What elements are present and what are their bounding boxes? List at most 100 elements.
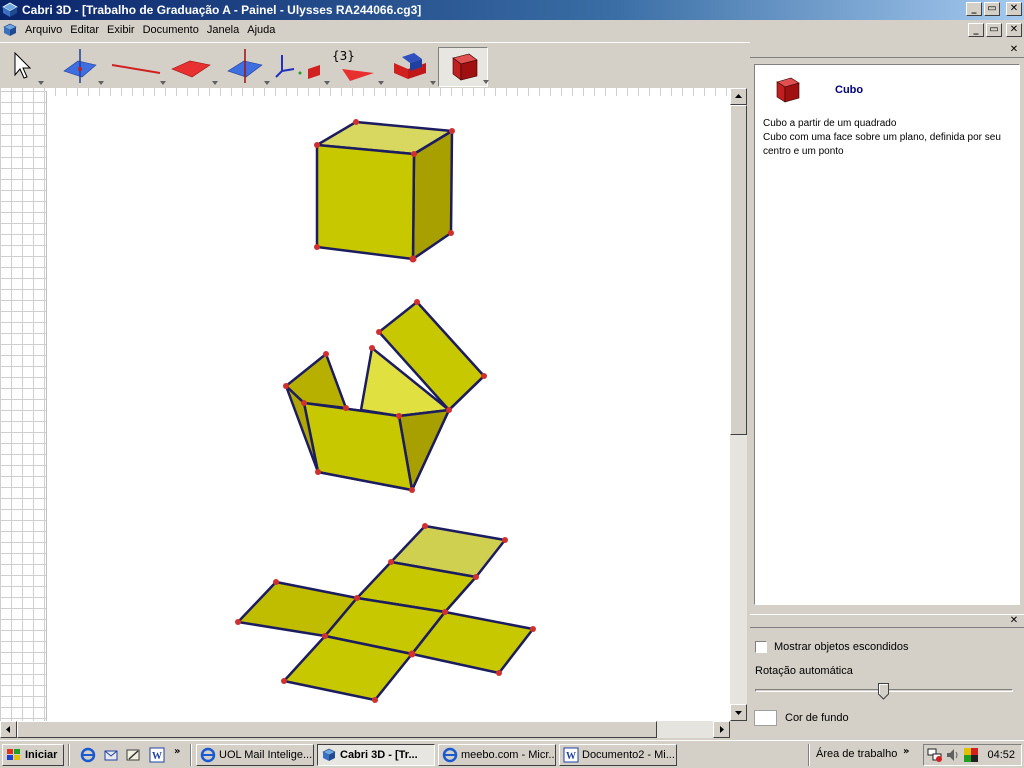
taskbar-separator — [68, 744, 70, 766]
axes-icon — [275, 55, 320, 79]
cabri-icon — [322, 748, 336, 761]
view-options-panel: ✕ Mostrar objetos escondidos Rotação aut… — [750, 614, 1024, 738]
unfold-tool[interactable] — [388, 47, 436, 87]
show-hidden-row[interactable]: Mostrar objetos escondidos — [755, 641, 909, 653]
start-label: Iniciar — [25, 749, 58, 761]
open-cube[interactable] — [283, 299, 487, 493]
taskbar-separator — [808, 744, 810, 766]
ie-icon — [442, 747, 458, 763]
background-color-swatch[interactable] — [754, 710, 777, 726]
help-panel: ✕ Cubo Cubo a partir de um quadrado Cubo… — [750, 44, 1024, 612]
menu-editar[interactable]: Editar — [66, 24, 103, 36]
background-color-row[interactable]: Cor de fundo — [754, 710, 849, 726]
point-on-plane-icon — [63, 49, 97, 83]
view-panel-header: ✕ — [750, 614, 1024, 628]
menu-ajuda[interactable]: Ajuda — [243, 24, 279, 36]
vertical-scrollbar[interactable] — [730, 88, 747, 721]
horizontal-scroll-thumb[interactable] — [17, 721, 657, 738]
cube-solid[interactable] — [314, 119, 455, 263]
task-label: meebo.com - Micr... — [461, 749, 556, 761]
desktop-toolbar-label[interactable]: Área de trabalho — [816, 748, 897, 760]
measurement-tool[interactable]: {3} — [330, 47, 384, 87]
point-tool[interactable] — [58, 47, 104, 87]
arrow-down-icon — [735, 711, 742, 715]
perpendicular-tool[interactable] — [222, 47, 270, 87]
doc-minimize-button[interactable]: _ — [968, 23, 984, 37]
ie-icon — [200, 747, 216, 763]
antivirus-icon[interactable] — [963, 747, 979, 763]
vertical-scroll-thumb[interactable] — [730, 105, 747, 435]
help-content: Cubo Cubo a partir de um quadrado Cubo c… — [754, 64, 1020, 605]
help-description: Cubo a partir de um quadrado Cubo com um… — [763, 117, 1013, 159]
cube-icon — [452, 53, 478, 81]
surface-tool[interactable] — [168, 47, 218, 87]
auto-rotation-label: Rotação automática — [755, 665, 853, 677]
cube-icon — [776, 77, 800, 103]
scroll-up-button[interactable] — [730, 88, 747, 105]
clock: 04:52 — [987, 749, 1015, 761]
transformation-tool[interactable] — [272, 47, 330, 87]
scroll-down-button[interactable] — [730, 704, 747, 721]
show-hidden-checkbox[interactable] — [755, 641, 767, 653]
help-panel-header: ✕ — [750, 44, 1024, 58]
document-icon[interactable] — [2, 22, 18, 38]
arrow-pointer-icon — [14, 51, 32, 79]
cube-net[interactable] — [235, 523, 536, 703]
outlook-icon[interactable] — [103, 747, 119, 763]
horizontal-scrollbar[interactable] — [0, 721, 730, 738]
perpendicular-icon — [227, 49, 263, 83]
line-icon — [111, 64, 161, 74]
taskbar: Iniciar W » UOL Mail Intelige... Cabri 3… — [0, 740, 1024, 768]
task-label: UOL Mail Intelige... — [219, 749, 313, 761]
quicklaunch-chevron[interactable]: » — [174, 746, 180, 757]
measure-label: {3} — [332, 49, 355, 63]
arrow-left-icon — [6, 726, 10, 733]
maximize-button[interactable]: ▭ — [984, 2, 1000, 16]
desktop-toolbar-chevron[interactable]: » — [903, 746, 909, 757]
task-label: Cabri 3D - [Tr... — [340, 749, 418, 761]
title-bar: Cabri 3D - [Trabalho de Graduação A - Pa… — [0, 0, 1024, 20]
help-line: Cubo com uma face sobre um plano, defini… — [763, 132, 1001, 157]
pointer-tool[interactable] — [10, 47, 44, 87]
cabri-app-icon — [2, 2, 18, 17]
grid-ruler — [0, 91, 47, 721]
network-icon[interactable] — [927, 747, 943, 763]
menu-documento[interactable]: Documento — [139, 24, 203, 36]
start-button[interactable]: Iniciar — [2, 744, 64, 766]
show-desktop-icon[interactable] — [125, 747, 141, 763]
view-panel-close-button[interactable]: ✕ — [1008, 616, 1020, 627]
task-cabri[interactable]: Cabri 3D - [Tr... — [317, 744, 435, 766]
task-label: Documento2 - Mi... — [582, 749, 675, 761]
doc-restore-button[interactable]: ▭ — [986, 23, 1002, 37]
scroll-right-button[interactable] — [713, 721, 730, 738]
svg-text:W: W — [152, 751, 162, 762]
polyhedron-tool[interactable] — [438, 47, 489, 87]
task-uol-mail[interactable]: UOL Mail Intelige... — [196, 744, 314, 766]
geometry-scene[interactable]: .f { stroke: #1c1c60; stroke-width: 2.5;… — [47, 96, 730, 721]
minimize-button[interactable]: _ — [966, 2, 982, 16]
slider-thumb[interactable] — [878, 683, 889, 700]
drawing-canvas[interactable]: .f { stroke: #1c1c60; stroke-width: 2.5;… — [47, 96, 730, 721]
scroll-left-button[interactable] — [0, 721, 17, 738]
volume-icon[interactable] — [945, 747, 961, 763]
help-title: Cubo — [835, 84, 864, 96]
help-panel-close-button[interactable]: ✕ — [1008, 45, 1020, 56]
system-tray: 04:52 — [923, 744, 1022, 766]
close-button[interactable]: ✕ — [1006, 2, 1022, 16]
word-icon: W — [563, 747, 579, 763]
task-meebo[interactable]: meebo.com - Micr... — [438, 744, 556, 766]
background-color-label: Cor de fundo — [785, 712, 849, 724]
word-icon[interactable]: W — [149, 747, 165, 763]
menu-exibir[interactable]: Exibir — [103, 24, 139, 36]
menu-arquivo[interactable]: Arquivo — [21, 24, 66, 36]
line-tool[interactable] — [108, 47, 166, 87]
arrow-up-icon — [735, 94, 742, 98]
task-word-document[interactable]: W Documento2 - Mi... — [559, 744, 677, 766]
plane-icon — [171, 60, 211, 78]
ie-icon[interactable] — [80, 747, 96, 763]
doc-close-button[interactable]: ✕ — [1006, 23, 1022, 37]
toolbar: {3} — [0, 42, 750, 88]
arrow-right-icon — [720, 726, 724, 733]
menu-janela[interactable]: Janela — [203, 24, 243, 36]
window-title: Cabri 3D - [Trabalho de Graduação A - Pa… — [22, 3, 422, 17]
